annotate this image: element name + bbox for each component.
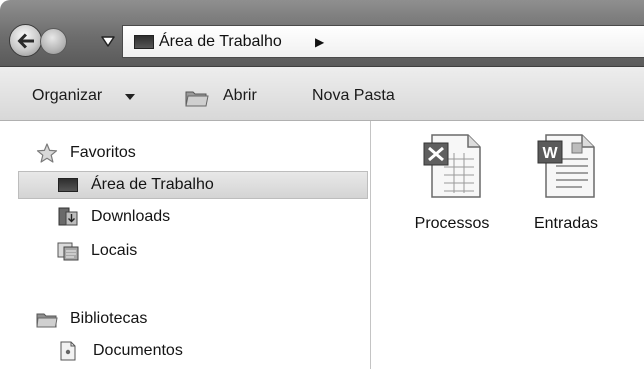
- sidebar-item-label: Documentos: [93, 342, 183, 359]
- documents-icon: [60, 341, 76, 361]
- sidebar-item-label: Locais: [91, 242, 138, 259]
- desktop-icon: [58, 178, 78, 192]
- organize-button[interactable]: Organizar: [32, 87, 102, 105]
- sidebar-item-label: Downloads: [91, 208, 171, 225]
- downloads-icon: [58, 207, 78, 226]
- navigation-bar: Área de Trabalho ▶: [0, 0, 644, 67]
- open-folder-icon: [185, 91, 209, 107]
- breadcrumb-chevron-icon[interactable]: ▶: [315, 35, 324, 49]
- sidebar-item-locais[interactable]: Locais: [57, 239, 357, 265]
- file-item-entradas[interactable]: W Entradas: [516, 129, 616, 249]
- new-folder-button[interactable]: Nova Pasta: [312, 87, 395, 105]
- libraries-label: Bibliotecas: [70, 310, 148, 327]
- file-name: Processos: [414, 215, 490, 232]
- desktop-icon: [134, 35, 154, 49]
- open-button[interactable]: Abrir: [223, 87, 257, 105]
- libraries-header[interactable]: Bibliotecas: [36, 307, 356, 333]
- sidebar-item-documents[interactable]: Documentos: [57, 339, 357, 365]
- address-location[interactable]: Área de Trabalho: [159, 33, 282, 51]
- command-toolbar: Organizar Abrir Nova Pasta: [0, 67, 644, 121]
- word-document-icon: W: [537, 134, 595, 198]
- address-bar[interactable]: Área de Trabalho ▶: [122, 25, 644, 58]
- back-button[interactable]: [9, 24, 42, 57]
- sidebar-item-label: Área de Trabalho: [91, 176, 214, 193]
- spreadsheet-file-icon: [423, 134, 481, 198]
- file-item-processos[interactable]: Processos: [402, 129, 502, 249]
- forward-button[interactable]: [40, 28, 67, 55]
- organize-dropdown-icon[interactable]: [125, 94, 135, 100]
- libraries-icon: [36, 313, 58, 328]
- recent-pages-dropdown-icon[interactable]: [101, 35, 115, 49]
- favorites-header[interactable]: Favoritos: [36, 141, 356, 167]
- file-name: Entradas: [533, 215, 599, 232]
- sidebar-item-desktop[interactable]: Área de Trabalho: [18, 171, 368, 199]
- sidebar-item-downloads[interactable]: Downloads: [57, 205, 357, 231]
- file-list-pane: Processos W Entradas: [371, 121, 644, 369]
- locais-icon: [57, 242, 79, 261]
- star-icon: [36, 143, 58, 163]
- favorites-label: Favoritos: [70, 144, 136, 161]
- svg-text:W: W: [542, 145, 558, 162]
- navigation-pane: Favoritos Área de Trabalho Downloads Loc…: [0, 121, 371, 369]
- back-arrow-icon: [17, 33, 34, 49]
